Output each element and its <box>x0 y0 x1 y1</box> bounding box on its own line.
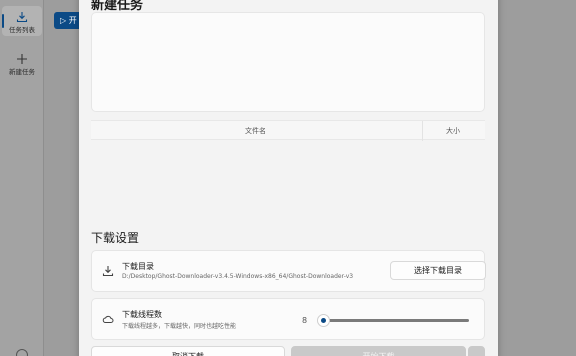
url-input[interactable] <box>91 12 485 112</box>
download-icon <box>16 12 28 23</box>
cancel-download-button[interactable]: 取消下载 <box>91 346 285 356</box>
column-header-size[interactable]: 大小 <box>446 126 460 136</box>
download-dir-card: 下载目录 D:/Desktop/Ghost-Downloader-v3.4.5-… <box>91 250 486 292</box>
plus-icon <box>17 54 27 64</box>
threads-title: 下载线程数 <box>122 310 162 319</box>
threads-card: 下载线程数 下载线程越多，下载越快，同时也越吃性能 8 <box>91 298 485 340</box>
threads-description: 下载线程越多，下载越快，同时也越吃性能 <box>122 323 237 330</box>
column-divider <box>422 121 423 141</box>
file-table-body <box>91 141 485 231</box>
threads-slider-handle[interactable] <box>317 314 330 327</box>
new-task-dialog: 新建任务 文件名 大小 下载设置 下载目录 D:/Desktop/Ghost-D… <box>79 0 498 356</box>
choose-directory-button[interactable]: 选择下载目录 <box>390 261 486 280</box>
sidebar-item-label: 任务列表 <box>9 26 35 34</box>
section-title-download-settings: 下载设置 <box>91 231 140 245</box>
gear-icon[interactable] <box>16 349 28 356</box>
sidebar-item-task-list[interactable]: 任务列表 <box>2 6 42 36</box>
sidebar: 任务列表 新建任务 <box>0 0 44 356</box>
cloud-icon <box>102 315 114 323</box>
download-icon <box>102 266 114 277</box>
start-download-dropdown[interactable] <box>468 346 485 356</box>
threads-slider-track[interactable] <box>321 319 469 322</box>
column-header-filename[interactable]: 文件名 <box>245 126 266 136</box>
sidebar-item-label: 新建任务 <box>9 68 35 76</box>
download-dir-path: D:/Desktop/Ghost-Downloader-v3.4.5-Windo… <box>122 273 354 280</box>
download-dir-title: 下载目录 <box>122 262 154 271</box>
threads-value: 8 <box>302 316 308 325</box>
start-download-button[interactable]: 开始下载 <box>291 346 466 356</box>
file-table-header: 文件名 大小 <box>91 120 485 141</box>
sidebar-item-new-task[interactable]: 新建任务 <box>2 48 42 78</box>
